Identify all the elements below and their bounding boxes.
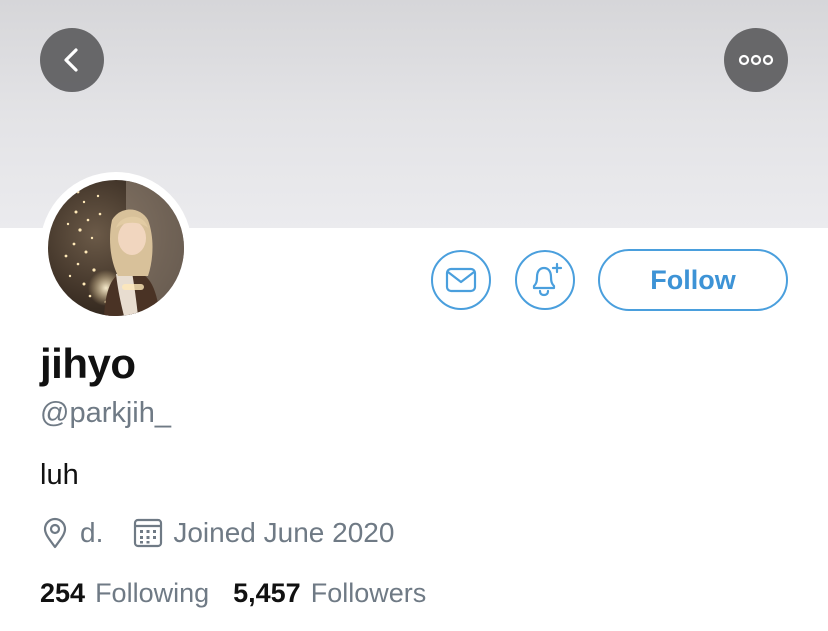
following-count[interactable]: 254 [40,578,85,609]
profile-meta: d. Joined June 2020 [40,515,394,551]
envelope-icon [445,267,477,293]
followers-count[interactable]: 5,457 [233,578,301,609]
chevron-left-icon [64,48,78,72]
notifications-button[interactable] [515,250,575,310]
more-horizontal-icon [738,54,774,66]
more-options-button[interactable] [724,28,788,92]
following-label[interactable]: Following [95,578,209,609]
avatar[interactable] [48,180,184,316]
bell-plus-icon [532,262,563,297]
joined-item: Joined June 2020 [133,516,394,550]
calendar-icon [133,516,163,550]
avatar-photo [48,180,184,316]
back-button[interactable] [40,28,104,92]
follow-stats: 254 Following 5,457 Followers [40,578,426,609]
followers-label[interactable]: Followers [311,578,427,609]
location-pin-icon [40,516,70,550]
message-button[interactable] [431,250,491,310]
bio-text: luh [40,459,79,491]
joined-text: Joined June 2020 [173,517,395,548]
profile-page: Follow jihyo @parkjih_ luh d. Joined Jun… [0,0,828,631]
display-name: jihyo [40,340,136,387]
follow-button[interactable]: Follow [598,249,788,311]
avatar-frame[interactable] [40,172,192,324]
user-handle: @parkjih_ [40,397,171,429]
location-item: d. [40,516,103,550]
location-text: d. [80,517,104,548]
